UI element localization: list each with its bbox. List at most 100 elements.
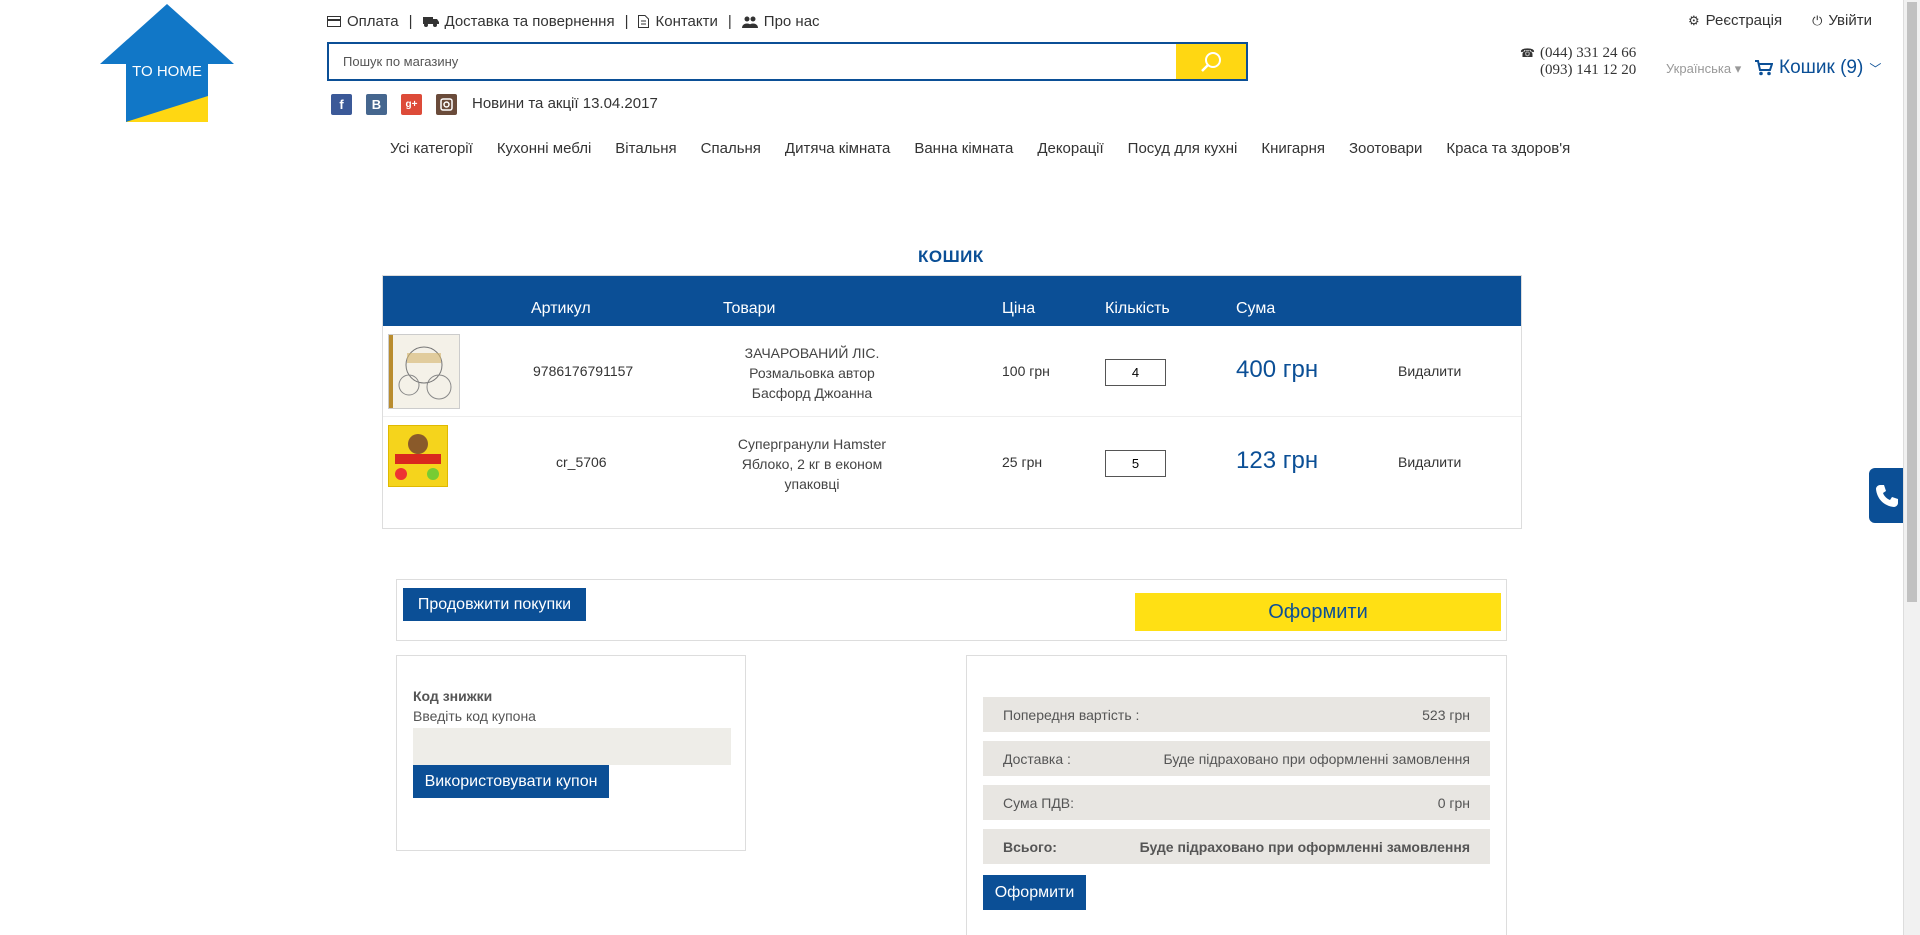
top-link-label: Контакти [655, 13, 718, 30]
scrollbar-thumb[interactable] [1907, 2, 1917, 602]
totals-value: 523 грн [1422, 706, 1470, 723]
scrollbar[interactable] [1903, 0, 1920, 935]
category-item[interactable]: Книгарня [1261, 140, 1325, 157]
totals-value: Буде підраховано при оформленні замовлен… [1139, 838, 1470, 855]
separator: | [624, 13, 629, 30]
item-sum: 400 грн [1236, 356, 1319, 383]
header-sku: Артикул [531, 300, 591, 317]
truck-icon [422, 17, 439, 27]
top-link-payment[interactable]: Оплата [327, 13, 399, 30]
totals-row-total: Всього: Буде підраховано при оформленні … [983, 829, 1490, 864]
top-link-label: Доставка та повернення [444, 13, 615, 30]
totals-row-vat: Сума ПДВ: 0 грн [983, 785, 1490, 820]
header-price: Ціна [1002, 300, 1036, 317]
item-name[interactable]: Супергранули Hamster Яблоко, 2 кг в екон… [727, 434, 897, 494]
checkout-button[interactable]: Оформити [1135, 593, 1501, 631]
cart-link[interactable]: Кошик (9) ﹀ [1755, 57, 1881, 79]
category-item[interactable]: Дитяча кімната [785, 140, 890, 157]
logo-text: TO HOME [132, 63, 202, 80]
totals-label: Сума ПДВ: [1003, 794, 1075, 811]
category-item[interactable]: Ванна кімната [914, 140, 1013, 157]
google-plus-icon[interactable]: g+ [401, 94, 422, 115]
cart-table: Артикул Товари Ціна Кількість Сума 97861… [382, 275, 1522, 529]
vkontakte-icon[interactable]: B [366, 94, 387, 115]
remove-item-link[interactable]: Видалити [1398, 363, 1461, 379]
totals-label: Доставка : [1003, 750, 1071, 767]
remove-item-link[interactable]: Видалити [1398, 454, 1461, 470]
category-item[interactable]: Посуд для кухні [1128, 140, 1238, 157]
phone-2[interactable]: (093) 141 12 20 [1540, 62, 1636, 79]
header-product: Товари [723, 300, 776, 317]
page-title: КОШИК [918, 247, 984, 266]
quantity-input[interactable] [1105, 359, 1166, 386]
product-thumbnail[interactable] [388, 425, 448, 487]
cart-link-label: Кошик (9) [1779, 57, 1864, 78]
category-item[interactable]: Спальня [701, 140, 761, 157]
users-icon [741, 16, 758, 28]
item-sku: 9786176791157 [533, 363, 634, 379]
category-item[interactable]: Зоотовари [1349, 140, 1422, 157]
register-link[interactable]: ⚙ Реєстрація [1688, 12, 1782, 29]
site-logo[interactable]: TO HOME [100, 4, 234, 124]
chevron-down-icon: ﹀ [1869, 61, 1882, 76]
phone-icon [1875, 484, 1898, 507]
top-link-label: Про нас [763, 13, 820, 30]
instagram-icon[interactable] [436, 94, 457, 115]
language-label: Українська [1666, 61, 1732, 76]
quantity-input[interactable] [1105, 450, 1166, 477]
credit-card-icon [327, 16, 341, 27]
gear-icon: ⚙ [1687, 12, 1700, 28]
shopping-cart-icon [1755, 60, 1773, 76]
coupon-input[interactable] [413, 728, 731, 765]
account-links: ⚙ Реєстрація ⏻ Увійти [1688, 12, 1872, 29]
phone-numbers: ☎ (044) 331 24 66 (093) 141 12 20 [1520, 45, 1636, 79]
separator: | [727, 13, 732, 30]
header-sum: Сума [1236, 300, 1276, 317]
apply-coupon-button[interactable]: Використовувати купон [413, 765, 609, 798]
totals-value: Буде підраховано при оформленні замовлен… [1163, 750, 1470, 767]
order-totals: Попередня вартість : 523 грн Доставка : … [966, 655, 1507, 935]
category-item[interactable]: Вітальня [615, 140, 676, 157]
search-icon [1201, 51, 1221, 72]
coupon-panel: Код знижки Введіть код купона Використов… [396, 655, 746, 851]
login-label: Увійти [1828, 12, 1872, 29]
totals-label: Всього: [1003, 838, 1057, 855]
totals-value: 0 грн [1437, 794, 1470, 811]
language-select[interactable]: Українська ▾ [1666, 61, 1741, 77]
phone-1[interactable]: (044) 331 24 66 [1540, 45, 1636, 62]
checkout-button-bottom[interactable]: Оформити [983, 875, 1086, 910]
login-link[interactable]: ⏻ Увійти [1812, 12, 1872, 29]
table-header: Артикул Товари Ціна Кількість Сума [383, 276, 1521, 326]
item-sku: cr_5706 [556, 454, 607, 470]
facebook-icon[interactable]: f [331, 94, 352, 115]
category-item[interactable]: Усі категорії [390, 140, 473, 157]
phone-icon: ☎ [1520, 46, 1535, 60]
category-item[interactable]: Декорації [1037, 140, 1103, 157]
search-button[interactable] [1176, 44, 1246, 79]
category-item[interactable]: Кухонні меблі [497, 140, 591, 157]
category-nav: Усі категорії Кухонні меблі Вітальня Спа… [390, 140, 1594, 157]
table-row: 9786176791157 ЗАЧАРОВАНИЙ ЛІС. Розмальов… [383, 326, 1521, 417]
caret-down-icon: ▾ [1734, 61, 1742, 76]
callback-button[interactable] [1869, 468, 1904, 523]
top-link-about[interactable]: Про нас [741, 13, 820, 30]
coupon-label: Код знижки [413, 688, 493, 704]
totals-row-delivery: Доставка : Буде підраховано при оформлен… [983, 741, 1490, 776]
continue-shopping-button[interactable]: Продовжити покупки [403, 588, 586, 621]
separator: | [408, 13, 413, 30]
totals-row-subtotal: Попередня вартість : 523 грн [983, 697, 1490, 732]
news-link[interactable]: Новини та акції 13.04.2017 [472, 95, 658, 112]
item-name[interactable]: ЗАЧАРОВАНИЙ ЛІС. Розмальовка автор Басфо… [727, 343, 897, 403]
coupon-hint: Введіть код купона [413, 708, 536, 724]
document-icon [638, 15, 650, 28]
cart-actions: Продовжити покупки Оформити [396, 579, 1507, 641]
top-link-label: Оплата [347, 13, 399, 30]
category-item[interactable]: Краса та здоров'я [1446, 140, 1570, 157]
search-input[interactable] [329, 44, 1176, 79]
social-links: f B g+ [331, 94, 457, 115]
top-link-delivery[interactable]: Доставка та повернення [422, 13, 615, 30]
power-icon: ⏻ [1812, 12, 1823, 28]
item-sum: 123 грн [1236, 447, 1319, 474]
product-thumbnail[interactable] [388, 334, 460, 409]
top-link-contacts[interactable]: Контакти [638, 13, 718, 30]
